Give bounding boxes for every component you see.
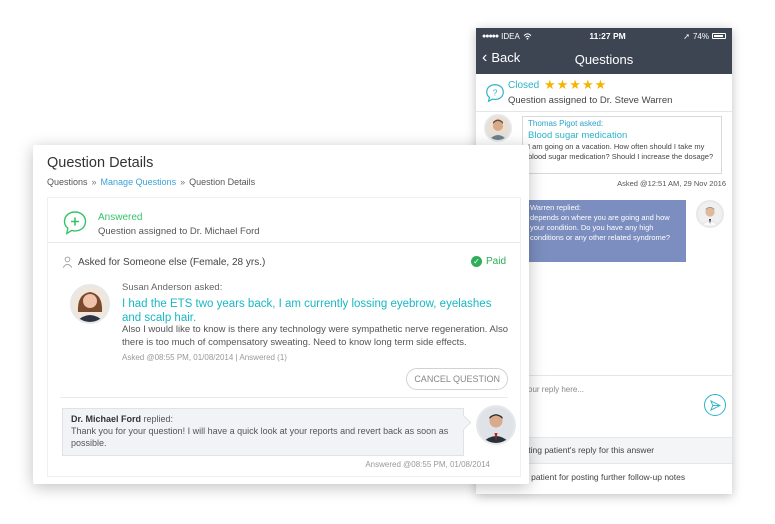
breadcrumb-question-details: Question Details xyxy=(189,177,256,187)
reply-name: Warren replied: xyxy=(530,203,581,212)
paid-label: Paid xyxy=(485,256,506,267)
svg-text:?: ? xyxy=(493,88,498,97)
assigned-doctor: Question assigned to Dr. Michael Ford xyxy=(98,226,260,237)
question-status-header: ? Closed ★★★★★ Question assigned to Dr. … xyxy=(476,74,732,112)
back-chevron-icon: ‹ xyxy=(482,48,488,66)
question-title: Blood sugar medication xyxy=(528,130,628,141)
asked-for-info: Asked for Someone else (Female, 28 yrs.) xyxy=(62,256,265,268)
reply-verb: replied: xyxy=(141,414,174,424)
back-button[interactable]: ‹ Back xyxy=(482,48,521,66)
reply-text: Thank you for your question! I will have… xyxy=(71,426,449,448)
page-title: Question Details xyxy=(47,155,154,171)
breadcrumb-questions[interactable]: Questions xyxy=(47,177,88,187)
question-meta: Asked @08:55 PM, 01/08/2014 | Answered (… xyxy=(122,353,287,362)
asked-for-text: Asked for Someone else (Female, 28 yrs.) xyxy=(78,256,266,268)
patient-avatar xyxy=(484,114,512,142)
send-button[interactable] xyxy=(704,394,726,416)
question-text: I am going on a vacation. How often shou… xyxy=(528,142,714,161)
reply-text: depends on where you are going and how y… xyxy=(530,213,671,242)
doctor-avatar xyxy=(696,200,724,228)
breadcrumb-separator: » xyxy=(180,177,186,187)
cancel-question-button[interactable]: CANCEL QUESTION xyxy=(406,368,508,390)
carrier-label: IDEA xyxy=(501,31,520,41)
send-icon xyxy=(709,399,721,411)
question-status: Closed xyxy=(508,80,540,91)
check-circle-icon: ✓ xyxy=(470,256,482,267)
asker-name: Susan Anderson asked: xyxy=(122,282,223,293)
add-chat-icon xyxy=(63,211,87,235)
divider xyxy=(60,397,508,398)
reply-doctor-name: Dr. Michael Ford xyxy=(71,414,142,424)
location-icon: ➚ xyxy=(683,31,690,41)
question-detail-box: Answered Question assigned to Dr. Michae… xyxy=(47,197,521,477)
reply-meta: Answered @08:55 PM, 01/08/2014 xyxy=(365,460,490,469)
signal-icon: ●●●●● xyxy=(482,32,499,40)
nav-bar: ‹ Back Questions xyxy=(476,44,732,74)
battery-icon xyxy=(711,33,726,39)
question-bubble: Thomas Pigot asked: Blood sugar medicati… xyxy=(522,116,722,174)
answered-status: Answered xyxy=(98,212,143,223)
doctor-reply-bubble: Dr. Michael Ford replied: Thank you for … xyxy=(62,408,464,456)
question-chat-icon: ? xyxy=(486,84,504,103)
reply-bubble: Warren replied: depends on where you are… xyxy=(524,200,686,262)
wifi-icon xyxy=(523,32,532,40)
reply-input-placeholder: your reply here... xyxy=(524,385,585,394)
screenshot-stage: ●●●●● IDEA 11:27 PM ➚ 74% ‹ Back Questio… xyxy=(0,0,775,524)
status-time: 11:27 PM xyxy=(589,31,626,41)
back-label: Back xyxy=(491,50,521,65)
question-text: Also I would like to know is there any t… xyxy=(122,324,509,348)
divider xyxy=(48,242,520,243)
payment-status: ✓ Paid xyxy=(470,256,506,267)
assigned-doctor: Question assigned to Dr. Steve Warren xyxy=(508,95,673,106)
breadcrumb: Questions » Manage Questions » Question … xyxy=(47,177,255,187)
person-icon xyxy=(62,256,73,268)
question-title: I had the ETS two years back, I am curre… xyxy=(122,298,492,324)
patient-avatar xyxy=(70,284,110,324)
answer-status: Answered Question assigned to Dr. Michae… xyxy=(48,198,520,242)
rating-stars: ★★★★★ xyxy=(544,77,608,92)
doctor-avatar xyxy=(476,405,516,445)
status-bar: ●●●●● IDEA 11:27 PM ➚ 74% xyxy=(476,28,732,44)
battery-label: 74% xyxy=(692,31,709,41)
breadcrumb-separator: » xyxy=(91,177,97,187)
question-details-panel: Question Details Questions » Manage Ques… xyxy=(33,145,529,484)
asker-name: Thomas Pigot asked: xyxy=(528,119,604,128)
breadcrumb-manage-questions[interactable]: Manage Questions xyxy=(101,177,177,187)
